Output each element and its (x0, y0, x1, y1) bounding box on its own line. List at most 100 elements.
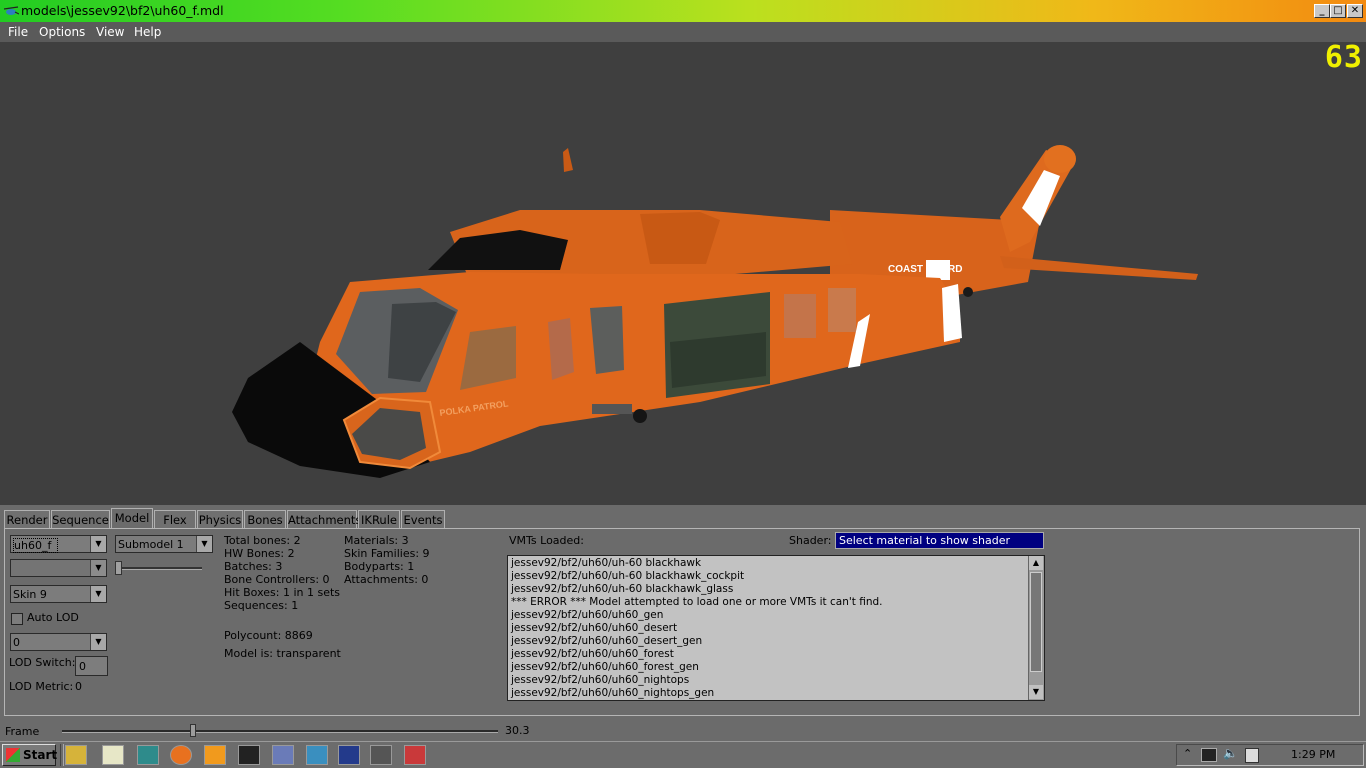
chevron-down-icon: ▼ (90, 634, 106, 650)
lod-metric-value: 0 (75, 680, 82, 693)
firefox-icon[interactable] (170, 745, 192, 765)
frame-value: 30.3 (505, 724, 530, 737)
taskbar-divider (60, 744, 64, 766)
tab-render[interactable]: Render (4, 510, 50, 528)
stat-batches: Batches: 3 (224, 560, 283, 573)
lod-select[interactable]: 0 ▼ (10, 633, 107, 651)
tab-ikrule[interactable]: IKRule (358, 510, 400, 528)
menu-bar: File Options View Help (0, 22, 1366, 42)
model-select[interactable]: uh60_f ▼ (10, 535, 107, 553)
frame-slider-handle[interactable] (189, 724, 196, 737)
list-item[interactable]: jessev92/bf2/uh60/uh60_desert_gen (511, 635, 702, 647)
bodypart-select[interactable]: ▼ (10, 559, 107, 577)
stat-attachments: Attachments: 0 (344, 573, 429, 586)
submodel-slider-track[interactable] (117, 567, 202, 570)
app-helicopter-icon (3, 6, 19, 15)
title-bar[interactable]: models\jessev92\bf2\uh60_f.mdl _ □ ✕ (0, 0, 1366, 22)
editor-icon[interactable] (272, 745, 294, 765)
vmts-loaded-label: VMTs Loaded: (509, 534, 584, 547)
chevron-down-icon: ▼ (90, 536, 106, 552)
stat-skin-families: Skin Families: 9 (344, 547, 430, 560)
chevron-down-icon: ▼ (196, 536, 212, 552)
model-select-value: uh60_f (13, 538, 59, 553)
control-panel: Render Sequence Model Flex Physics Bones… (0, 505, 1366, 721)
menu-file[interactable]: File (8, 25, 28, 39)
model-tab-body: uh60_f ▼ Submodel 1 ▼ ▼ Skin 9 ▼ Auto LO… (4, 528, 1360, 716)
list-item[interactable]: jessev92/bf2/uh60/uh60_forest (511, 648, 674, 660)
shader-field[interactable]: Select material to show shader (835, 532, 1044, 549)
stat-materials: Materials: 3 (344, 534, 409, 547)
list-item[interactable]: jessev92/bf2/uh60/uh60_forest_gen (511, 661, 699, 673)
stat-bone-controllers: Bone Controllers: 0 (224, 573, 330, 586)
chevron-down-icon: ▼ (90, 560, 106, 576)
fps-counter: 63 (1324, 42, 1363, 75)
chevron-up-icon[interactable]: ⌃ (1183, 747, 1192, 760)
stat-sequences: Sequences: 1 (224, 599, 299, 612)
start-button[interactable]: Start (2, 744, 58, 766)
tab-attachments[interactable]: Attachments (287, 510, 361, 528)
tab-model[interactable]: Model (111, 508, 153, 529)
media-player-icon[interactable] (204, 745, 226, 765)
auto-lod-checkbox[interactable] (11, 613, 23, 625)
list-item[interactable]: jessev92/bf2/uh60/uh60_gen (511, 609, 663, 621)
list-item[interactable]: *** ERROR *** Model attempted to load on… (511, 596, 882, 608)
coast-guard-marking: COAST GUARD (888, 264, 962, 275)
volume-icon[interactable]: 🔈 (1223, 746, 1238, 760)
maximize-button[interactable]: □ (1330, 4, 1346, 18)
clock[interactable]: 1:29 PM (1291, 748, 1335, 761)
minimize-button[interactable]: _ (1314, 4, 1330, 18)
model-viewport[interactable]: 63 COAST GUARD POLKA PATROL (0, 42, 1366, 505)
chevron-down-icon: ▼ (90, 586, 106, 602)
stat-total-bones: Total bones: 2 (224, 534, 301, 547)
scroll-up-icon[interactable]: ▲ (1029, 556, 1043, 570)
stat-model-is: Model is: transparent (224, 647, 341, 660)
list-item[interactable]: jessev92/bf2/uh60/uh-60 blackhawk (511, 557, 701, 569)
stat-hw-bones: HW Bones: 2 (224, 547, 295, 560)
start-label: Start (23, 748, 58, 762)
lod-switch-input[interactable]: 0 (75, 656, 108, 676)
hlmv-icon[interactable] (306, 745, 328, 765)
tab-sequence[interactable]: Sequence (51, 510, 110, 528)
menu-help[interactable]: Help (134, 25, 161, 39)
list-item[interactable]: jessev92/bf2/uh60/uh-60 blackhawk_glass (511, 583, 733, 595)
vmt-listbox[interactable]: jessev92/bf2/uh60/uh-60 blackhawk jessev… (507, 555, 1045, 701)
tab-physics[interactable]: Physics (197, 510, 243, 528)
taskbar: Start ⌃ 🔈 1:29 PM (0, 741, 1366, 768)
list-item[interactable]: jessev92/bf2/uh60/uh60_nightops_gen (511, 687, 714, 699)
folder-icon[interactable] (65, 745, 87, 765)
frame-slider-track[interactable] (62, 730, 498, 733)
usb-icon[interactable] (1245, 748, 1259, 763)
stat-polycount: Polycount: 8869 (224, 629, 313, 642)
system-tray: ⌃ 🔈 1:29 PM (1176, 744, 1364, 766)
windows-logo-icon (6, 748, 20, 762)
close-button[interactable]: ✕ (1347, 4, 1363, 18)
menu-options[interactable]: Options (39, 25, 85, 39)
tool-icon[interactable] (370, 745, 392, 765)
list-item[interactable]: jessev92/bf2/uh60/uh60_desert (511, 622, 677, 634)
skin-select[interactable]: Skin 9 ▼ (10, 585, 107, 603)
tab-events[interactable]: Events (401, 510, 445, 528)
network-icon[interactable] (1201, 748, 1217, 762)
auto-lod-label: Auto LOD (27, 611, 79, 624)
scroll-thumb[interactable] (1030, 572, 1042, 672)
tab-flex[interactable]: Flex (154, 510, 196, 528)
acrobat-icon[interactable] (404, 745, 426, 765)
list-item[interactable]: jessev92/bf2/uh60/uh60_nightops (511, 674, 689, 686)
vmt-scrollbar[interactable]: ▲ ▼ (1028, 556, 1044, 700)
gimp-icon[interactable] (137, 745, 159, 765)
skin-select-value: Skin 9 (13, 588, 47, 601)
notepad-icon[interactable] (102, 745, 124, 765)
submodel-select-value: Submodel 1 (118, 538, 184, 551)
mail-icon[interactable] (338, 745, 360, 765)
submodel-slider-handle[interactable] (115, 561, 122, 575)
steam-icon[interactable] (238, 745, 260, 765)
lod-switch-label: LOD Switch: (9, 656, 76, 669)
lod-metric-label: LOD Metric: (9, 680, 74, 693)
scroll-down-icon[interactable]: ▼ (1029, 685, 1043, 699)
tab-bones[interactable]: Bones (244, 510, 286, 528)
lod-select-value: 0 (13, 636, 20, 649)
list-item[interactable]: jessev92/bf2/uh60/uh-60 blackhawk_cockpi… (511, 570, 744, 582)
submodel-select[interactable]: Submodel 1 ▼ (115, 535, 213, 553)
window-title: models\jessev92\bf2\uh60_f.mdl (21, 3, 224, 18)
menu-view[interactable]: View (96, 25, 124, 39)
